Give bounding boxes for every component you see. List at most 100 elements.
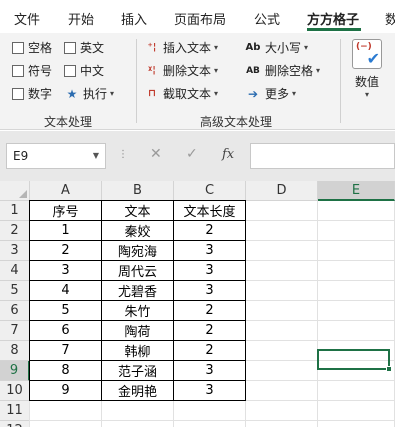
column-header-c[interactable]: C: [174, 181, 246, 201]
row-header-10[interactable]: 10: [0, 381, 30, 401]
tab-data[interactable]: 数: [385, 9, 395, 28]
delete-space-button[interactable]: AB 删除空格 ▾: [244, 62, 320, 79]
cell-c8[interactable]: 2: [174, 341, 246, 361]
cell-c2[interactable]: 2: [174, 221, 246, 241]
checkbox-symbol[interactable]: 符号: [12, 62, 52, 79]
delete-text-button[interactable]: ᵡ¦ 删除文本 ▾: [144, 62, 218, 79]
value-button[interactable]: (−) ✔ 数值 ▾: [350, 39, 384, 109]
cell-c1[interactable]: 文本长度: [174, 200, 246, 221]
row-header-2[interactable]: 2: [0, 221, 30, 241]
cancel-icon[interactable]: ✕: [150, 146, 162, 162]
cell-a5[interactable]: 4: [29, 281, 102, 301]
select-all-corner[interactable]: [0, 181, 30, 201]
row-header-6[interactable]: 6: [0, 301, 30, 321]
insert-function-button[interactable]: fx: [222, 147, 234, 162]
chevron-down-icon: ▾: [364, 90, 369, 99]
chevron-down-icon: ▾: [292, 89, 297, 98]
extract-text-button[interactable]: ⊓ 截取文本 ▾: [144, 85, 218, 102]
checkbox-label: 空格: [28, 41, 53, 55]
cell-c6[interactable]: 2: [174, 301, 246, 321]
more-dots-icon[interactable]: ⋮: [118, 149, 128, 160]
cell-b9[interactable]: 范子涵: [102, 361, 174, 381]
case-button[interactable]: Ab 大小写 ▾: [244, 39, 308, 56]
cell-b1[interactable]: 文本: [102, 200, 174, 221]
row-header-4[interactable]: 4: [0, 261, 30, 281]
cell-c5[interactable]: 3: [174, 281, 246, 301]
cell-a4[interactable]: 3: [29, 261, 102, 281]
cell-a10[interactable]: 9: [29, 381, 102, 401]
cell-c4[interactable]: 3: [174, 261, 246, 281]
cell-b4[interactable]: 周代云: [102, 261, 174, 281]
cell-a7[interactable]: 6: [29, 321, 102, 341]
column-header-e[interactable]: E: [318, 181, 395, 201]
column-header-d[interactable]: D: [246, 181, 318, 201]
row-header-1[interactable]: 1: [0, 201, 30, 221]
column-header-a[interactable]: A: [30, 181, 102, 201]
chevron-down-icon: ▾: [214, 66, 219, 75]
cell-c9[interactable]: 3: [174, 361, 246, 381]
tab-home[interactable]: 开始: [68, 9, 94, 28]
cell-b10[interactable]: 金明艳: [102, 381, 174, 401]
cell-c3[interactable]: 3: [174, 241, 246, 261]
checkbox-box[interactable]: [12, 64, 24, 77]
arrow-right-icon: ➔: [247, 86, 259, 101]
insert-text-icon: ⁺¦: [147, 42, 157, 53]
checkbox-box[interactable]: [12, 87, 24, 100]
confirm-icon[interactable]: ✓: [186, 146, 198, 162]
cell-b6[interactable]: 朱竹: [102, 301, 174, 321]
checkbox-box[interactable]: [12, 41, 24, 54]
tab-fangfang-gezi[interactable]: 方方格子: [307, 9, 359, 28]
cell-b7[interactable]: 陶荷: [102, 321, 174, 341]
row-header-5[interactable]: 5: [0, 281, 30, 301]
more-button[interactable]: ➔ 更多 ▾: [244, 85, 296, 102]
insert-text-label: 插入文本: [163, 41, 212, 55]
selected-cell-outline[interactable]: [317, 349, 392, 372]
active-tab-indicator: [307, 28, 361, 31]
fill-handle[interactable]: [386, 366, 392, 372]
chevron-down-icon[interactable]: ▼: [93, 151, 99, 160]
group-divider: [136, 39, 137, 123]
row-header-7[interactable]: 7: [0, 321, 30, 341]
cell-b3[interactable]: 陶宛海: [102, 241, 174, 261]
cell-c10[interactable]: 3: [174, 381, 246, 401]
cell-a1[interactable]: 序号: [29, 200, 102, 221]
cell-a9[interactable]: 8: [29, 361, 102, 381]
cell-a3[interactable]: 2: [29, 241, 102, 261]
row-header-12[interactable]: 12: [0, 421, 30, 427]
checkbox-label: 中文: [80, 64, 105, 78]
checkbox-space[interactable]: 空格: [12, 39, 52, 56]
row-header-3[interactable]: 3: [0, 241, 30, 261]
checkbox-label: 数字: [28, 87, 53, 101]
execute-button[interactable]: ★ 执行 ▾: [64, 85, 114, 102]
insert-text-button[interactable]: ⁺¦ 插入文本 ▾: [144, 39, 219, 56]
tab-formulas[interactable]: 公式: [254, 9, 280, 28]
cell-b8[interactable]: 韩柳: [102, 341, 174, 361]
row-header-11[interactable]: 11: [0, 401, 30, 421]
cell-c7[interactable]: 2: [174, 321, 246, 341]
cell-a8[interactable]: 7: [29, 341, 102, 361]
execute-label: 执行: [83, 87, 108, 101]
checkbox-box[interactable]: [64, 64, 76, 77]
name-box[interactable]: E9 ▼: [6, 143, 106, 169]
tab-insert[interactable]: 插入: [121, 9, 147, 28]
ribbon: 空格 英文 符号 中文 数字 ★ 执行 ▾ 文本处理 ⁺¦ 插入文本 ▾ ᵡ¦ 删除文本 ▾…: [0, 33, 395, 130]
value-check-icon: (−) ✔: [352, 39, 382, 69]
checkbox-english[interactable]: 英文: [64, 39, 104, 56]
cell-b5[interactable]: 尤碧香: [102, 281, 174, 301]
row-header-8[interactable]: 8: [0, 341, 30, 361]
checkbox-box[interactable]: [64, 41, 76, 54]
tab-file[interactable]: 文件: [14, 9, 40, 28]
row-header-9[interactable]: 9: [0, 361, 30, 381]
tab-page-layout[interactable]: 页面布局: [174, 9, 226, 28]
checkbox-label: 符号: [28, 64, 53, 78]
formula-input[interactable]: [250, 143, 395, 169]
checkbox-chinese[interactable]: 中文: [64, 62, 104, 79]
checkbox-number[interactable]: 数字: [12, 85, 52, 102]
cell-a6[interactable]: 5: [29, 301, 102, 321]
cell-b2[interactable]: 秦姣: [102, 221, 174, 241]
spreadsheet-grid[interactable]: ABCDE123456789101112序号文本文本长度1秦姣22陶宛海33周代…: [0, 181, 395, 427]
column-header-b[interactable]: B: [102, 181, 174, 201]
cell-a2[interactable]: 1: [29, 221, 102, 241]
name-box-value: E9: [13, 149, 29, 163]
more-label: 更多: [265, 87, 290, 101]
